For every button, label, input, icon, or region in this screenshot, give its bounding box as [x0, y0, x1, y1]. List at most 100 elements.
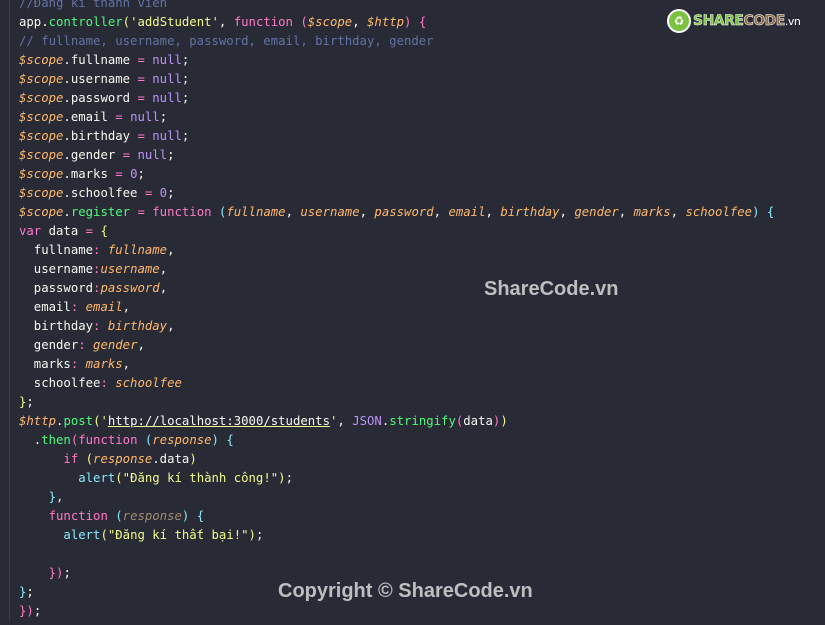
code-line: $scope.register = function (fullname, us…	[0, 203, 825, 222]
code-token: username	[19, 262, 94, 276]
code-token: ;	[63, 566, 71, 580]
code-token: schoolfee	[685, 205, 753, 219]
code-line: $scope.email = null;	[0, 108, 825, 127]
code-token: }	[48, 490, 57, 504]
code-line: $scope.birthday = null;	[0, 127, 825, 146]
indent-guide	[9, 222, 10, 241]
code-token: post	[63, 414, 94, 428]
code-line: password:password,	[0, 279, 825, 298]
code-token: if	[63, 452, 79, 466]
code-line: fullname: fullname,	[0, 241, 825, 260]
indent-guide	[9, 13, 10, 32]
code-token: .data	[152, 452, 190, 466]
code-editor[interactable]: //Đăng kí thành viên app.controller('addS…	[0, 0, 825, 621]
code-token: "Đăng kí thành công!"	[122, 471, 279, 485]
code-token: alert	[78, 471, 116, 485]
code-token: $scope	[19, 129, 64, 143]
code-line: },	[0, 488, 825, 507]
code-token: =	[137, 205, 145, 219]
code-token: birthday	[500, 205, 560, 219]
code-token: =	[137, 129, 145, 143]
code-token: ,	[285, 205, 301, 219]
indent-guide	[9, 488, 10, 507]
code-line: var data = {	[0, 222, 825, 241]
code-token: schoolfee	[19, 376, 101, 390]
code-token: =	[122, 148, 131, 162]
code-token: =	[137, 72, 145, 86]
code-token: username	[300, 205, 360, 219]
code-token: null	[152, 129, 182, 143]
indent-guide	[9, 374, 10, 393]
code-line: .then(function (response) {	[0, 431, 825, 450]
code-token: )	[500, 414, 508, 428]
code-line: if (response.data)	[0, 450, 825, 469]
code-token: $scope	[19, 110, 64, 124]
code-line: function (response) {	[0, 507, 825, 526]
code-line: $scope.schoolfee = 0;	[0, 184, 825, 203]
code-token: :	[78, 338, 86, 352]
code-token: data	[463, 414, 493, 428]
copyright-watermark: Copyright © ShareCode.vn	[278, 580, 533, 602]
code-token: (	[300, 15, 308, 29]
code-token: }	[48, 566, 57, 580]
code-token: .birthday	[63, 129, 138, 143]
code-token: .email	[63, 110, 116, 124]
code-token: ;	[26, 395, 34, 409]
code-token: ,	[167, 243, 175, 257]
code-token: 0	[159, 186, 168, 200]
code-token: {	[226, 433, 234, 447]
code-token: $http	[19, 414, 57, 428]
code-token: function	[233, 15, 293, 29]
code-token: gender	[574, 205, 619, 219]
code-token: '	[100, 414, 108, 428]
code-token: .fullname	[63, 53, 138, 67]
code-token: ,	[122, 300, 131, 314]
code-token: .username	[63, 72, 138, 86]
code-line: marks: marks,	[0, 355, 825, 374]
code-line: };	[0, 393, 825, 412]
code-token: null	[137, 148, 168, 162]
code-token: ;	[167, 148, 175, 162]
code-token: ;	[33, 604, 42, 618]
code-token: =	[137, 91, 145, 105]
indent-guide	[9, 279, 10, 298]
code-line: gender: gender,	[0, 336, 825, 355]
code-token: ;	[181, 91, 190, 105]
code-token: response	[122, 509, 182, 523]
code-token: //Đăng kí thành viên	[19, 0, 168, 10]
code-token: .marks	[63, 167, 116, 181]
code-token: controller	[48, 15, 123, 29]
code-token: register	[70, 205, 131, 219]
code-token: (	[85, 452, 94, 466]
indent-guide	[9, 336, 10, 355]
recycle-logo-icon: ♻	[667, 9, 691, 33]
indent-guide	[9, 184, 10, 203]
code-token: app.	[19, 15, 49, 29]
code-token: ,	[352, 15, 368, 29]
indent-guide	[9, 70, 10, 89]
code-token: ,	[167, 319, 175, 333]
code-token: function	[152, 205, 212, 219]
code-token: ,	[618, 205, 634, 219]
code-token: $scope	[19, 167, 64, 181]
indent-guide	[9, 203, 10, 222]
code-token: ,	[337, 414, 353, 428]
code-token: $scope	[19, 205, 64, 219]
code-line: schoolfee: schoolfee	[0, 374, 825, 393]
indent-guide	[9, 51, 10, 70]
indent-guide	[9, 469, 10, 488]
code-token: marks	[19, 357, 71, 371]
indent-guide	[9, 32, 10, 51]
indent-guide	[9, 127, 10, 146]
